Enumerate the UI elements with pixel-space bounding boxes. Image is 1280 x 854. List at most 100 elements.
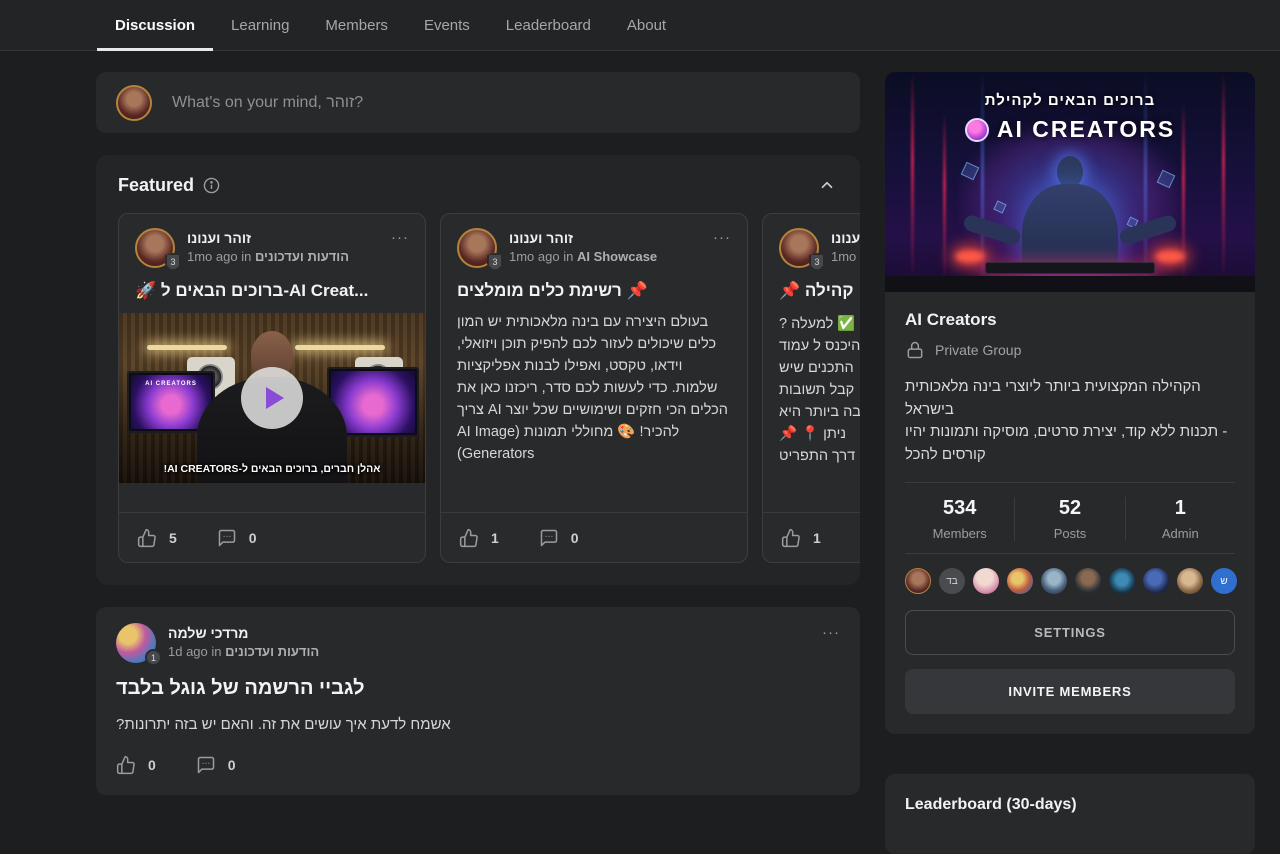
- member-avatars-row[interactable]: בד ש: [905, 554, 1235, 594]
- comment-icon[interactable]: [539, 528, 559, 548]
- more-options-icon[interactable]: ···: [713, 228, 731, 245]
- comment-icon[interactable]: [196, 755, 216, 775]
- post-body: אשמח לדעת איך עושים את זה. והאם יש בזה י…: [116, 716, 840, 733]
- group-stats: 534 Members 52 Posts 1 Admin: [905, 483, 1235, 553]
- sidebar: ברוכים הבאים לקהילת AI CREATORS AI Creat…: [885, 72, 1255, 854]
- featured-card-community[interactable]: 3 וענונו 1mo 📌 קהילה ✅ למעלה ? היכנס ל ע…: [762, 213, 860, 563]
- member-avatar[interactable]: [1007, 568, 1033, 594]
- post-body-line: התכנים שיש: [779, 357, 860, 379]
- post-composer[interactable]: What's on your mind, זוהר?: [96, 72, 860, 133]
- group-description-line: הקהילה המקצועית ביותר ליוצרי בינה מלאכות…: [905, 376, 1235, 421]
- group-cover-image: ברוכים הבאים לקהילת AI CREATORS: [885, 72, 1255, 292]
- post-body-line: קבל תשובות: [779, 379, 860, 401]
- monitor-label: AI CREATORS: [129, 381, 213, 387]
- author-name[interactable]: וענונו: [831, 228, 860, 249]
- tab-about[interactable]: About: [609, 0, 684, 50]
- post-time: 1d ago in: [168, 644, 222, 659]
- light-bar: [295, 345, 385, 350]
- tab-members[interactable]: Members: [307, 0, 406, 50]
- group-description-line: - תכנות ללא קוד, יצירת סרטים, מוסיקה ותמ…: [905, 421, 1235, 466]
- group-name: AI Creators: [905, 310, 1235, 330]
- post-title[interactable]: רשימת כלים מומלצים 📌: [441, 281, 747, 301]
- current-user-avatar: [116, 85, 152, 121]
- privacy-label: Private Group: [935, 342, 1021, 358]
- tab-leaderboard[interactable]: Leaderboard: [488, 0, 609, 50]
- post-title[interactable]: לגביי הרשמה של גוגל בלבד: [116, 677, 840, 700]
- member-avatar[interactable]: [905, 568, 931, 594]
- post-body-line: דרך התפריט: [779, 445, 860, 467]
- video-thumbnail[interactable]: AI CREATORS אהלן חברים, ברוכים הבאים ל-A…: [119, 313, 425, 483]
- member-avatar-initials[interactable]: ש: [1211, 568, 1237, 594]
- post-time: 1mo: [831, 249, 856, 264]
- like-icon[interactable]: [116, 755, 136, 775]
- space-link[interactable]: הודעות ועדכונים: [255, 249, 349, 264]
- brain-logo-icon: [965, 118, 989, 142]
- post-time: 1mo ago in: [509, 249, 573, 264]
- cover-group-title: AI CREATORS: [997, 116, 1175, 143]
- like-icon[interactable]: [459, 528, 479, 548]
- post-body-line: ניתן 📍 📌: [779, 423, 860, 445]
- comment-count: 0: [571, 530, 579, 546]
- tab-discussion[interactable]: Discussion: [97, 0, 213, 50]
- author-name[interactable]: זוהר וענונו: [187, 228, 349, 249]
- video-caption: אהלן חברים, ברוכים הבאים ל-AI CREATORS!: [119, 463, 425, 475]
- chevron-up-icon[interactable]: [818, 176, 836, 194]
- post-body-line: היכנס ל עמוד: [779, 335, 860, 357]
- featured-cards-carousel[interactable]: 3 זוהר וענונו 1mo ago in הודעות ועדכונים…: [118, 213, 860, 563]
- member-avatar[interactable]: [1041, 568, 1067, 594]
- space-link[interactable]: הודעות ועדכונים: [225, 644, 319, 659]
- more-options-icon[interactable]: ···: [822, 623, 840, 640]
- settings-button[interactable]: SETTINGS: [905, 610, 1235, 655]
- author-name[interactable]: זוהר וענונו: [509, 228, 657, 249]
- comment-count: 0: [249, 530, 257, 546]
- composer-prompt[interactable]: What's on your mind, זוהר?: [172, 94, 363, 112]
- like-icon[interactable]: [137, 528, 157, 548]
- level-badge: 1: [145, 649, 162, 666]
- stat-posts[interactable]: 52 Posts: [1014, 497, 1124, 541]
- stat-admin[interactable]: 1 Admin: [1125, 497, 1235, 541]
- member-avatar[interactable]: [1075, 568, 1101, 594]
- post-title[interactable]: 🚀 ברוכים הבאים ל-AI Creat...: [119, 281, 425, 301]
- cover-welcome-text: ברוכים הבאים לקהילת: [885, 92, 1255, 109]
- more-options-icon[interactable]: ···: [391, 228, 409, 245]
- member-avatar[interactable]: [973, 568, 999, 594]
- play-button[interactable]: [241, 367, 303, 429]
- level-badge: 3: [809, 253, 825, 271]
- lock-icon: [905, 340, 925, 360]
- stat-members[interactable]: 534 Members: [905, 497, 1014, 541]
- member-avatar-initials[interactable]: בד: [939, 568, 965, 594]
- post-title[interactable]: 📌 קהילה: [763, 281, 860, 301]
- tab-events[interactable]: Events: [406, 0, 488, 50]
- leaderboard-heading: Leaderboard (30-days): [905, 796, 1235, 814]
- member-avatar[interactable]: [1109, 568, 1135, 594]
- level-badge: 3: [165, 253, 181, 271]
- feed-column: What's on your mind, זוהר? Featured: [96, 72, 860, 795]
- like-count: 0: [148, 757, 156, 773]
- like-count: 1: [813, 530, 821, 546]
- featured-heading: Featured: [118, 175, 194, 196]
- member-avatar[interactable]: [1143, 568, 1169, 594]
- top-navigation: Discussion Learning Members Events Leade…: [0, 0, 1280, 51]
- comment-icon[interactable]: [217, 528, 237, 548]
- invite-members-button[interactable]: INVITE MEMBERS: [905, 669, 1235, 714]
- post-body-line: ✅ למעלה ?: [779, 313, 860, 335]
- post-time: 1mo ago in: [187, 249, 251, 264]
- feed-post[interactable]: 1 מרדכי שלמה 1d ago in הודעות ועדכונים ·…: [96, 607, 860, 795]
- featured-card-welcome[interactable]: 3 זוהר וענונו 1mo ago in הודעות ועדכונים…: [118, 213, 426, 563]
- like-icon[interactable]: [781, 528, 801, 548]
- like-count: 1: [491, 530, 499, 546]
- group-info-card: ברוכים הבאים לקהילת AI CREATORS AI Creat…: [885, 72, 1255, 734]
- light-bar: [147, 345, 227, 350]
- author-name[interactable]: מרדכי שלמה: [168, 623, 319, 644]
- like-count: 5: [169, 530, 177, 546]
- info-icon[interactable]: [203, 177, 220, 194]
- space-link[interactable]: AI Showcase: [577, 249, 657, 264]
- member-avatar[interactable]: [1177, 568, 1203, 594]
- tab-learning[interactable]: Learning: [213, 0, 307, 50]
- post-body-line: בה ביותר היא: [779, 401, 860, 423]
- cover-keyboard: [985, 262, 1155, 274]
- featured-section: Featured 3: [96, 155, 860, 585]
- featured-card-tools[interactable]: 3 זוהר וענונו 1mo ago in AI Showcase ···…: [440, 213, 748, 563]
- comment-count: 0: [228, 757, 236, 773]
- play-icon: [266, 387, 284, 409]
